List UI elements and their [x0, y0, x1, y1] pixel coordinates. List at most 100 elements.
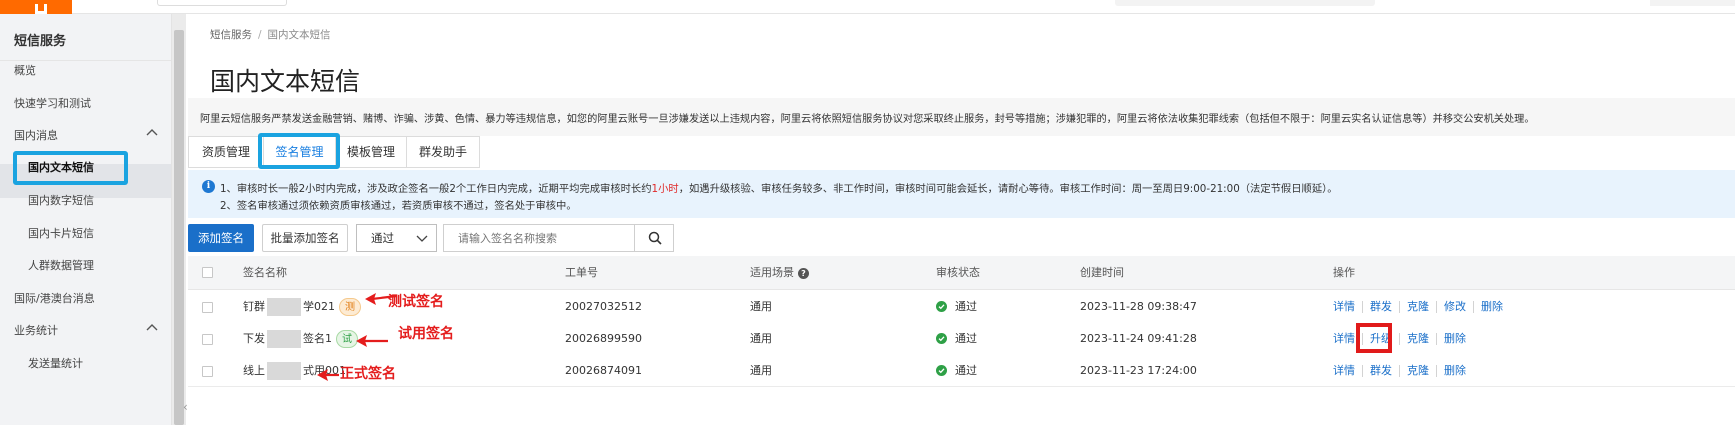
info-line-1-highlight: 1小时	[651, 183, 679, 195]
scene-value: 通用	[750, 332, 772, 345]
header-ticket-number: 工单号	[565, 266, 598, 279]
detail-link[interactable]: 详情	[1333, 364, 1355, 377]
sidebar-scrollbar-thumb[interactable]	[174, 30, 184, 425]
delete-link[interactable]: 删除	[1444, 364, 1466, 377]
clone-link[interactable]: 克隆	[1407, 364, 1429, 377]
action-divider	[1399, 301, 1400, 313]
top-right-toolbar[interactable]	[1650, 0, 1735, 6]
row-checkbox[interactable]	[202, 302, 213, 313]
info-line-1-b: ，如遇升级核验、审核任务较多、非工作时间，审核时间可能会延长，请耐心等待。审核工…	[678, 183, 1338, 195]
signature-name-prefix: 钉群	[243, 300, 265, 313]
bulk-send-link[interactable]: 群发	[1370, 300, 1392, 313]
tab-highlight-box	[258, 133, 340, 169]
select-all-checkbox[interactable]	[202, 267, 213, 278]
sidebar-group-statistics[interactable]: 业务统计	[14, 322, 158, 338]
redacted-block	[267, 298, 301, 316]
sidebar-group-label: 业务统计	[14, 324, 58, 337]
action-divider	[1436, 333, 1437, 345]
row-checkbox[interactable]	[202, 366, 213, 377]
action-divider	[1362, 365, 1363, 377]
action-divider	[1399, 365, 1400, 377]
info-icon: i	[202, 180, 215, 193]
sidebar-item-domestic-digital-sms[interactable]: 国内数字短信	[28, 192, 94, 208]
signature-name-suffix: 学021	[303, 300, 335, 313]
action-divider	[1473, 301, 1474, 313]
row-select-cell	[188, 322, 228, 355]
global-search-input[interactable]	[1115, 0, 1375, 6]
info-line-1: 1、审核时长一般2小时内完成，涉及政企签名一般2个工作日内完成，近期平均完成审核…	[220, 180, 1338, 195]
help-icon[interactable]: ?	[798, 267, 809, 279]
sidebar-divider	[0, 60, 171, 61]
info-line-2: 2、签名审核通过须依赖资质审核通过，若资质审核不通过，签名处于审核中。	[220, 200, 577, 212]
sidebar: 短信服务 概览 快速学习和测试 国内消息 国内文本短信 国内数字短信 国内卡片短…	[0, 14, 172, 425]
header-scene: 适用场景?	[750, 256, 809, 290]
edit-link[interactable]: 修改	[1444, 300, 1466, 313]
signature-name: 钉群 学021 测	[243, 290, 361, 323]
chevron-down-icon	[416, 235, 428, 242]
signature-name-prefix: 线上	[243, 364, 265, 377]
bulk-send-link[interactable]: 群发	[1370, 364, 1392, 377]
sidebar-item-domestic-card-sms[interactable]: 国内卡片短信	[28, 225, 94, 241]
review-status: 通过	[936, 354, 977, 387]
sidebar-title: 短信服务	[14, 34, 67, 49]
sidebar-item-overview[interactable]: 概览	[14, 62, 36, 78]
header-actions: 操作	[1333, 266, 1355, 279]
chevron-up-icon	[146, 324, 158, 331]
ticket-number: 20027032512	[565, 300, 642, 313]
add-signature-button[interactable]: 添加签名	[188, 224, 254, 252]
tab-bulk-send[interactable]: 群发助手	[406, 136, 480, 168]
breadcrumb-root[interactable]: 短信服务	[210, 29, 252, 41]
tab-template[interactable]: 模板管理	[335, 136, 407, 168]
breadcrumb: 短信服务 / 国内文本短信	[210, 27, 331, 42]
formal-signature-annotation: 正式签名	[340, 366, 396, 382]
detail-link[interactable]: 详情	[1333, 332, 1355, 345]
clone-link[interactable]: 克隆	[1407, 300, 1429, 313]
sidebar-item-international[interactable]: 国际/港澳台消息	[14, 290, 95, 306]
row-actions: 详情 群发 克隆 修改 删除	[1333, 290, 1503, 323]
review-status-label: 通过	[955, 300, 977, 313]
sidebar-group-domestic[interactable]: 国内消息	[14, 127, 158, 143]
delete-link[interactable]: 删除	[1444, 332, 1466, 345]
batch-add-signature-button[interactable]: 批量添加签名	[262, 224, 348, 252]
row-actions: 详情 群发 克隆 删除	[1333, 354, 1466, 387]
action-divider	[1436, 301, 1437, 313]
workspace-switcher[interactable]	[157, 0, 287, 6]
review-status: 通过	[936, 290, 977, 323]
row-checkbox[interactable]	[202, 334, 213, 345]
sidebar-item-send-stats[interactable]: 发送量统计	[28, 355, 83, 371]
tab-qualification[interactable]: 资质管理	[188, 136, 264, 168]
clone-link[interactable]: 克隆	[1407, 332, 1429, 345]
check-circle-icon	[936, 300, 947, 312]
sidebar-item-audience-data[interactable]: 人群数据管理	[28, 257, 94, 273]
test-badge: 测	[339, 298, 361, 316]
row-select-cell	[188, 354, 228, 387]
detail-link[interactable]: 详情	[1333, 300, 1355, 313]
status-filter-select[interactable]: 通过	[356, 224, 437, 252]
action-divider	[1362, 301, 1363, 313]
review-status: 通过	[936, 322, 977, 355]
ticket-number: 20026874091	[565, 364, 642, 377]
select-all-cell	[188, 256, 228, 290]
sidebar-group-label: 国内消息	[14, 129, 58, 142]
logo-icon	[0, 0, 52, 14]
aliyun-logo[interactable]	[0, 0, 72, 14]
signature-search-input[interactable]	[443, 224, 635, 252]
arrow-left-icon	[356, 335, 388, 347]
signature-name: 下发 签名1 试	[243, 322, 358, 355]
header-created-time: 创建时间	[1080, 266, 1124, 279]
arrow-left-icon	[317, 369, 339, 381]
compliance-notice-text: 阿里云短信服务严禁发送金融营销、赌博、诈骗、涉黄、色情、暴力等违规信息，如您的阿…	[200, 114, 1535, 125]
sidebar-item-quickstart[interactable]: 快速学习和测试	[14, 95, 91, 111]
page-title: 国内文本短信	[210, 67, 361, 96]
table-row: 线上 式用001 20026874091 通用 通过 2023-11-23 17:…	[188, 354, 1735, 387]
signature-name-suffix: 签名1	[303, 332, 332, 345]
breadcrumb-separator: /	[258, 29, 262, 41]
review-status-label: 通过	[955, 332, 977, 345]
delete-link[interactable]: 删除	[1481, 300, 1503, 313]
trial-signature-annotation: 试用签名	[398, 326, 454, 342]
review-status-label: 通过	[955, 364, 977, 377]
search-button[interactable]	[634, 224, 674, 252]
top-bar	[0, 0, 1735, 14]
check-circle-icon	[936, 332, 947, 344]
created-time: 2023-11-23 17:24:00	[1080, 364, 1197, 377]
